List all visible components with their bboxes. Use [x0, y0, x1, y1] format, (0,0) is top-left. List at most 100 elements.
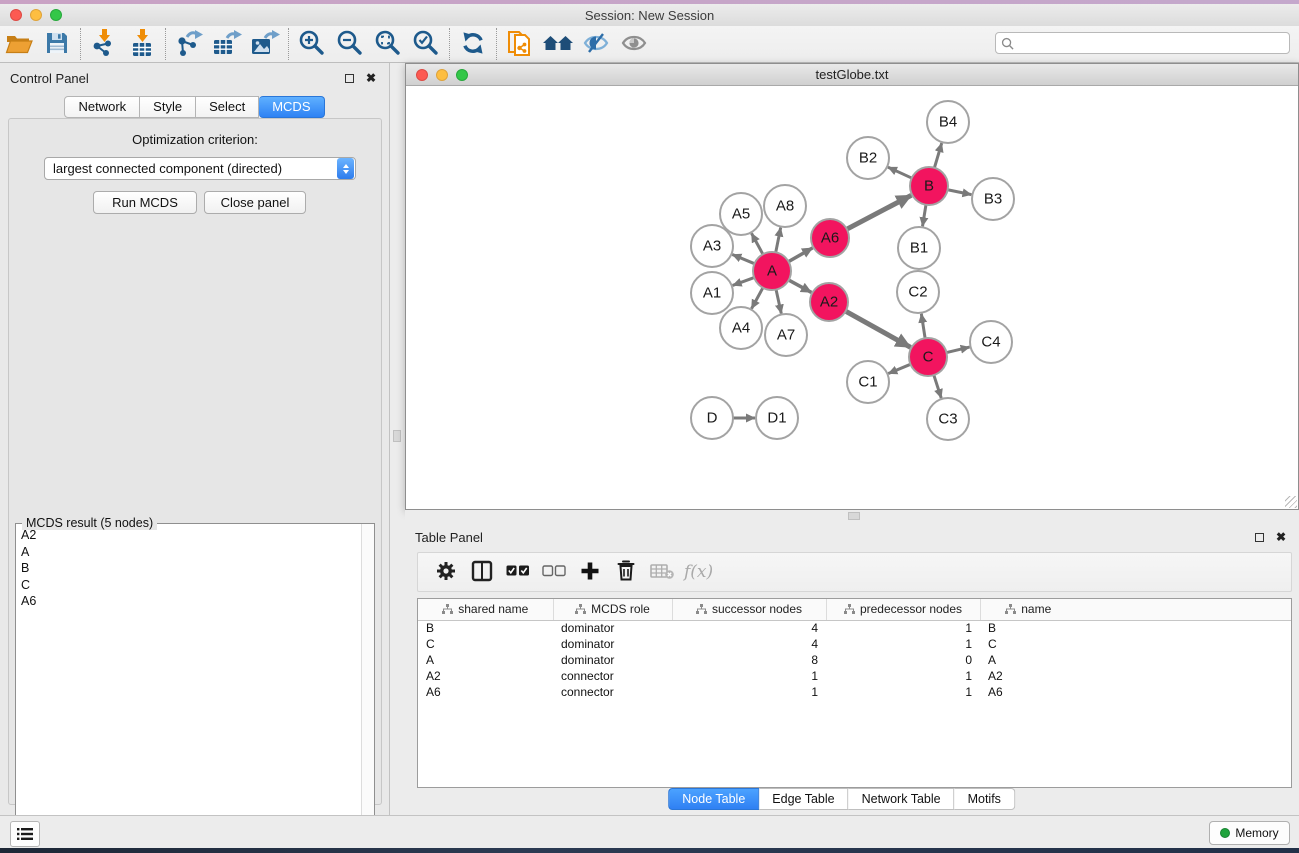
table-cell[interactable]: A2 [418, 668, 553, 684]
table-cell[interactable]: dominator [553, 652, 672, 668]
edge-B-B3[interactable] [948, 190, 972, 195]
result-item[interactable]: A2 [17, 527, 360, 544]
result-item[interactable]: C [17, 577, 360, 594]
table-cell[interactable]: A [980, 652, 1076, 668]
table-cell[interactable]: A6 [418, 684, 553, 700]
home-button[interactable] [539, 28, 577, 60]
clone-network-button[interactable] [501, 28, 539, 60]
float-table-panel-button[interactable] [1251, 529, 1267, 545]
table-row[interactable]: Adominator80A [418, 652, 1292, 668]
column-header-name[interactable]: name [980, 599, 1076, 620]
edge-A-A8[interactable] [776, 228, 781, 253]
result-item[interactable]: B [17, 560, 360, 577]
splitter-handle[interactable] [848, 512, 860, 520]
column-header-shared-name[interactable]: shared name [418, 599, 553, 620]
table-cell[interactable]: 1 [826, 684, 980, 700]
tab-network-table[interactable]: Network Table [849, 788, 955, 810]
edge-A-A2[interactable] [789, 280, 812, 292]
table-cell[interactable]: connector [553, 668, 672, 684]
edge-A6-B[interactable] [847, 195, 911, 229]
table-cell[interactable]: dominator [553, 620, 672, 636]
table-cell[interactable]: connector [553, 684, 672, 700]
hide-panels-button[interactable] [577, 28, 615, 60]
save-session-button[interactable] [38, 28, 76, 60]
tab-style[interactable]: Style [140, 96, 196, 118]
table-cell[interactable]: 4 [672, 636, 826, 652]
network-graph[interactable]: AA1A3A5A8A4A7A6A2BB1B2B3B4CC1C2C3C4DD1 [406, 86, 1298, 509]
tab-node-table[interactable]: Node Table [668, 788, 759, 810]
export-network-button[interactable] [170, 28, 208, 60]
edge-C-C2[interactable] [921, 314, 925, 338]
select-all-button[interactable] [500, 555, 536, 589]
table-settings-button[interactable] [428, 555, 464, 589]
import-table-button[interactable] [123, 28, 161, 60]
close-panel-button[interactable]: ✖ [363, 70, 379, 86]
table-cell[interactable]: A [418, 652, 553, 668]
edge-B-B2[interactable] [888, 167, 912, 178]
edge-A2-C[interactable] [846, 311, 911, 347]
edge-A-A7[interactable] [776, 290, 781, 314]
table-cell[interactable]: 1 [672, 684, 826, 700]
tab-network[interactable]: Network [64, 96, 140, 118]
zoom-selected-button[interactable] [407, 28, 445, 60]
table-row[interactable]: A6connector11A6 [418, 684, 1292, 700]
table-cell[interactable]: A6 [980, 684, 1076, 700]
edge-A-A6[interactable] [789, 248, 813, 262]
criterion-select[interactable]: largest connected component (directed) [44, 157, 356, 180]
tab-mcds[interactable]: MCDS [259, 96, 324, 118]
table-cell[interactable]: 4 [672, 620, 826, 636]
column-header-predecessor-nodes[interactable]: predecessor nodes [826, 599, 980, 620]
column-header-MCDS-role[interactable]: MCDS role [553, 599, 672, 620]
export-table-button[interactable] [208, 28, 246, 60]
table-row[interactable]: A2connector11A2 [418, 668, 1292, 684]
table-cell[interactable]: B [980, 620, 1076, 636]
network-canvas[interactable]: AA1A3A5A8A4A7A6A2BB1B2B3B4CC1C2C3C4DD1 [406, 86, 1298, 509]
float-panel-button[interactable] [341, 70, 357, 86]
tab-motifs[interactable]: Motifs [955, 788, 1015, 810]
close-table-panel-button[interactable]: ✖ [1273, 529, 1289, 545]
mcds-result-list[interactable]: A2ABCA6 [17, 527, 360, 844]
node-table[interactable]: shared nameMCDS rolesuccessor nodesprede… [417, 598, 1292, 788]
edge-A-A3[interactable] [732, 254, 754, 263]
show-columns-button[interactable] [464, 555, 500, 589]
vertical-splitter[interactable] [390, 63, 405, 815]
window-resize-grip[interactable] [1285, 496, 1297, 508]
result-vertical-scrollbar[interactable] [361, 524, 374, 845]
table-cell[interactable]: C [418, 636, 553, 652]
table-cell[interactable]: C [980, 636, 1076, 652]
table-cell[interactable]: 8 [672, 652, 826, 668]
result-item[interactable]: A6 [17, 593, 360, 610]
table-cell[interactable]: 1 [672, 668, 826, 684]
memory-button[interactable]: Memory [1209, 821, 1290, 845]
table-row[interactable]: Bdominator41B [418, 620, 1292, 636]
table-cell[interactable]: 1 [826, 636, 980, 652]
edge-B-B4[interactable] [934, 143, 941, 168]
table-cell[interactable]: 1 [826, 620, 980, 636]
edge-C-C3[interactable] [934, 375, 941, 398]
edge-A-A5[interactable] [752, 233, 763, 254]
run-mcds-button[interactable]: Run MCDS [93, 191, 197, 214]
table-cell[interactable]: 0 [826, 652, 980, 668]
open-session-button[interactable] [0, 28, 38, 60]
table-cell[interactable]: dominator [553, 636, 672, 652]
close-panel-button-mcds[interactable]: Close panel [204, 191, 306, 214]
table-cell[interactable]: A2 [980, 668, 1076, 684]
delete-column-button[interactable] [608, 555, 644, 589]
deselect-all-button[interactable] [536, 555, 572, 589]
horizontal-splitter[interactable] [405, 510, 1299, 522]
edge-B-B1[interactable] [923, 205, 926, 227]
edge-A-A4[interactable] [752, 288, 763, 309]
column-header-successor-nodes[interactable]: successor nodes [672, 599, 826, 620]
task-history-button[interactable] [10, 821, 40, 847]
edge-C-C4[interactable] [946, 347, 969, 353]
table-cell[interactable]: B [418, 620, 553, 636]
show-graphics-details-button[interactable] [615, 28, 653, 60]
zoom-fit-button[interactable] [369, 28, 407, 60]
edge-C-C1[interactable] [888, 364, 910, 373]
edge-A-A1[interactable] [733, 278, 755, 286]
search-input[interactable] [995, 32, 1290, 54]
add-column-button[interactable] [572, 555, 608, 589]
table-row[interactable]: Cdominator41C [418, 636, 1292, 652]
network-window-titlebar[interactable]: testGlobe.txt [406, 64, 1298, 86]
zoom-in-button[interactable] [293, 28, 331, 60]
